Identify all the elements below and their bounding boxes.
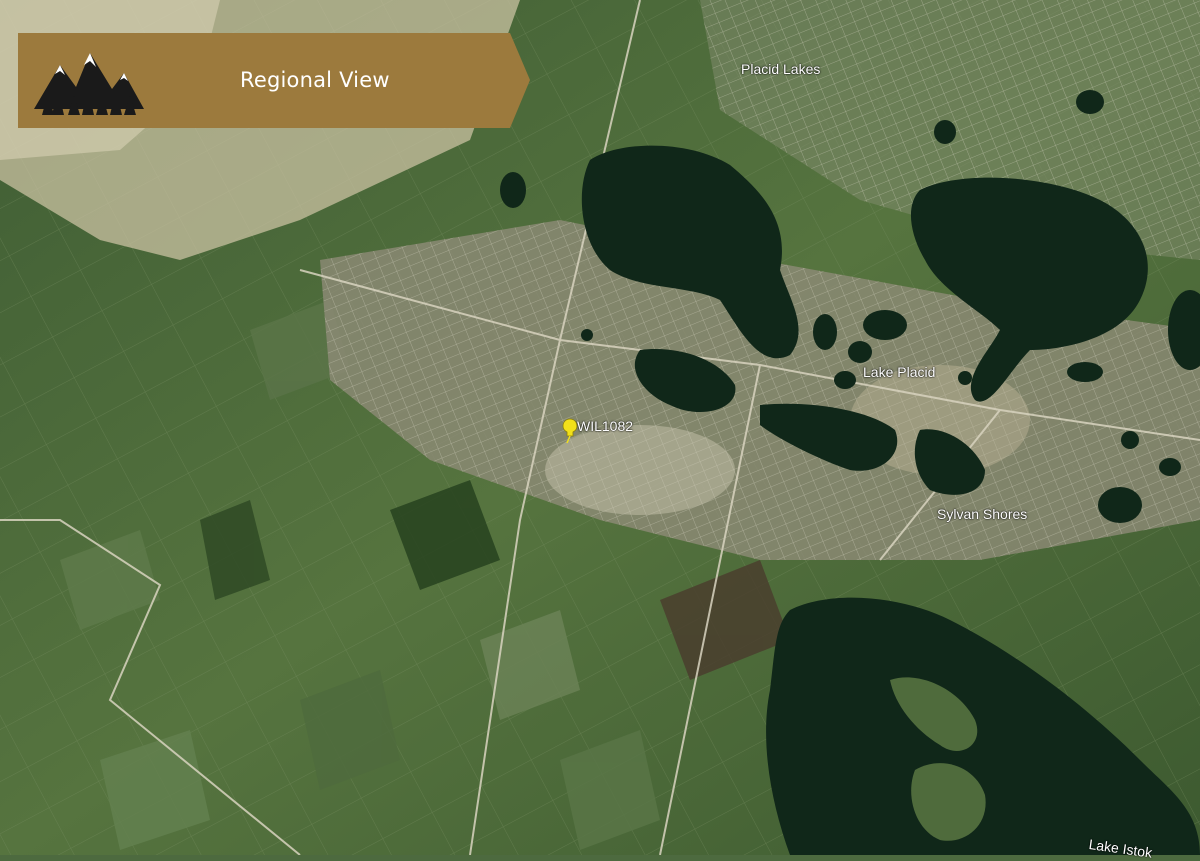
mountains-trees-logo (34, 53, 144, 115)
place-label-sylvan-shores: Sylvan Shores (937, 506, 1028, 522)
place-label-placid-lakes: Placid Lakes (741, 61, 821, 77)
banner: Regional View (18, 33, 530, 128)
banner-title: Regional View (240, 68, 390, 92)
place-label-lake-placid: Lake Placid (863, 364, 936, 380)
marker-label[interactable]: WIL1082 (577, 418, 633, 434)
